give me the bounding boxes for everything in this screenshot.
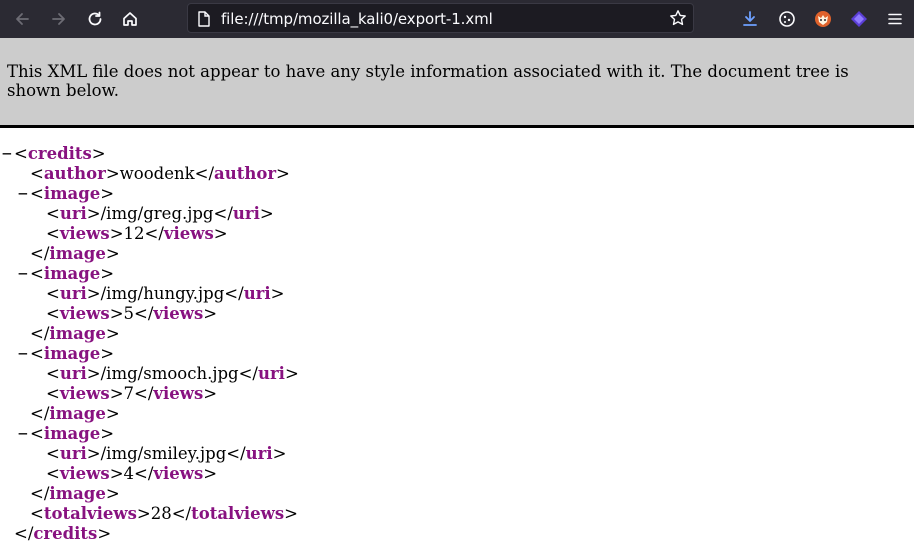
views-line: <views>4</views> [46, 464, 218, 483]
home-icon [123, 12, 137, 26]
browser-toolbar: file:///tmp/mozilla_kali0/export-1.xml [0, 0, 914, 38]
credits-open-line: − <credits> [0, 144, 299, 164]
collapse-toggle[interactable]: − [0, 144, 14, 164]
tag-name: totalviews [43, 504, 137, 523]
image-open-line: − <image> [0, 344, 299, 364]
tag-name: uri [257, 364, 285, 383]
tag-name: image [43, 344, 101, 363]
image-open-line: − <image> [0, 184, 299, 204]
image-close-line: </image> [30, 324, 120, 343]
tag-name: author [43, 164, 106, 183]
views-value: 4 [123, 464, 135, 483]
tag-name: views [163, 224, 214, 243]
url-text[interactable]: file:///tmp/mozilla_kali0/export-1.xml [221, 10, 493, 28]
tag-name: uri [59, 204, 87, 223]
home-button[interactable] [118, 7, 142, 31]
tag-name: image [49, 324, 106, 343]
tag-name: uri [245, 444, 273, 463]
tag-name: views [59, 304, 110, 323]
tag-name: views [59, 384, 110, 403]
views-line: <views>7</views> [46, 384, 218, 403]
reload-icon [88, 11, 102, 26]
author-line: <author>woodenk</author> [30, 164, 290, 183]
tag-name: views [153, 384, 204, 403]
author-value: woodenk [119, 164, 195, 183]
tag-name: author [214, 164, 277, 183]
tag-name: image [43, 264, 101, 283]
tag-name: image [49, 484, 106, 503]
tag-name: image [43, 424, 101, 443]
uri-value: /img/hungy.jpg [100, 284, 225, 303]
totalviews-value: 28 [150, 504, 172, 523]
tag-name: image [43, 184, 101, 203]
tag-name: views [153, 304, 204, 323]
tag-name: views [59, 224, 110, 243]
fox-extension-button[interactable] [813, 9, 833, 29]
image-close-line: </image> [30, 484, 120, 503]
image-open-line: − <image> [0, 264, 299, 284]
image-close-line: </image> [30, 404, 120, 423]
bookmark-star-icon[interactable] [669, 9, 687, 31]
image-close-line: </image> [30, 244, 120, 263]
forward-button[interactable] [47, 7, 71, 31]
xml-info-message: This XML file does not appear to have an… [7, 62, 849, 100]
views-line: <views>12</views> [46, 224, 228, 243]
menu-button[interactable] [885, 9, 905, 29]
tag-name: uri [232, 204, 260, 223]
downloads-icon [743, 11, 757, 26]
reload-button[interactable] [83, 7, 107, 31]
image-open-line: − <image> [0, 424, 299, 444]
fox-extension-icon [815, 11, 831, 27]
tag-name: image [49, 404, 106, 423]
views-line: <views>5</views> [46, 304, 218, 323]
views-value: 5 [123, 304, 135, 323]
credits-close-line: </credits> [14, 524, 112, 543]
tag-name: uri [59, 364, 87, 383]
uri-line: <uri>/img/greg.jpg</uri> [46, 204, 274, 223]
uri-value: /img/smooch.jpg [100, 364, 239, 383]
tag-name: uri [59, 284, 87, 303]
forward-icon [52, 13, 65, 25]
totalviews-line: <totalviews>28</totalviews> [30, 504, 298, 523]
tag-name: image [49, 244, 106, 263]
collapse-toggle[interactable]: − [16, 344, 30, 364]
downloads-button[interactable] [740, 9, 760, 29]
page-icon [197, 11, 211, 31]
views-value: 7 [123, 384, 135, 403]
purple-extension-icon [851, 11, 867, 27]
tag-name: credits [27, 144, 92, 163]
xml-info-banner: This XML file does not appear to have an… [0, 38, 914, 128]
tag-name: views [153, 464, 204, 483]
uri-value: /img/greg.jpg [100, 204, 214, 223]
xml-document-tree: − <credits> <author>woodenk</author> − <im… [0, 144, 299, 544]
views-value: 12 [123, 224, 145, 243]
uri-line: <uri>/img/smooch.jpg</uri> [46, 364, 299, 383]
tag-name: uri [59, 444, 87, 463]
collapse-toggle[interactable]: − [16, 424, 30, 444]
tag-name: views [59, 464, 110, 483]
tag-name: uri [243, 284, 271, 303]
menu-icon [888, 13, 902, 25]
uri-value: /img/smiley.jpg [100, 444, 227, 463]
uri-line: <uri>/img/smiley.jpg</uri> [46, 444, 287, 463]
tag-name: credits [33, 524, 98, 543]
back-icon [16, 13, 29, 25]
cookie-extension-icon [779, 11, 795, 27]
address-bar[interactable]: file:///tmp/mozilla_kali0/export-1.xml [187, 3, 694, 33]
collapse-toggle[interactable]: − [16, 264, 30, 284]
cookie-extension-button[interactable] [777, 9, 797, 29]
back-button[interactable] [10, 7, 34, 31]
collapse-toggle[interactable]: − [16, 184, 30, 204]
uri-line: <uri>/img/hungy.jpg</uri> [46, 284, 285, 303]
tag-name: totalviews [191, 504, 285, 523]
purple-extension-button[interactable] [849, 9, 869, 29]
